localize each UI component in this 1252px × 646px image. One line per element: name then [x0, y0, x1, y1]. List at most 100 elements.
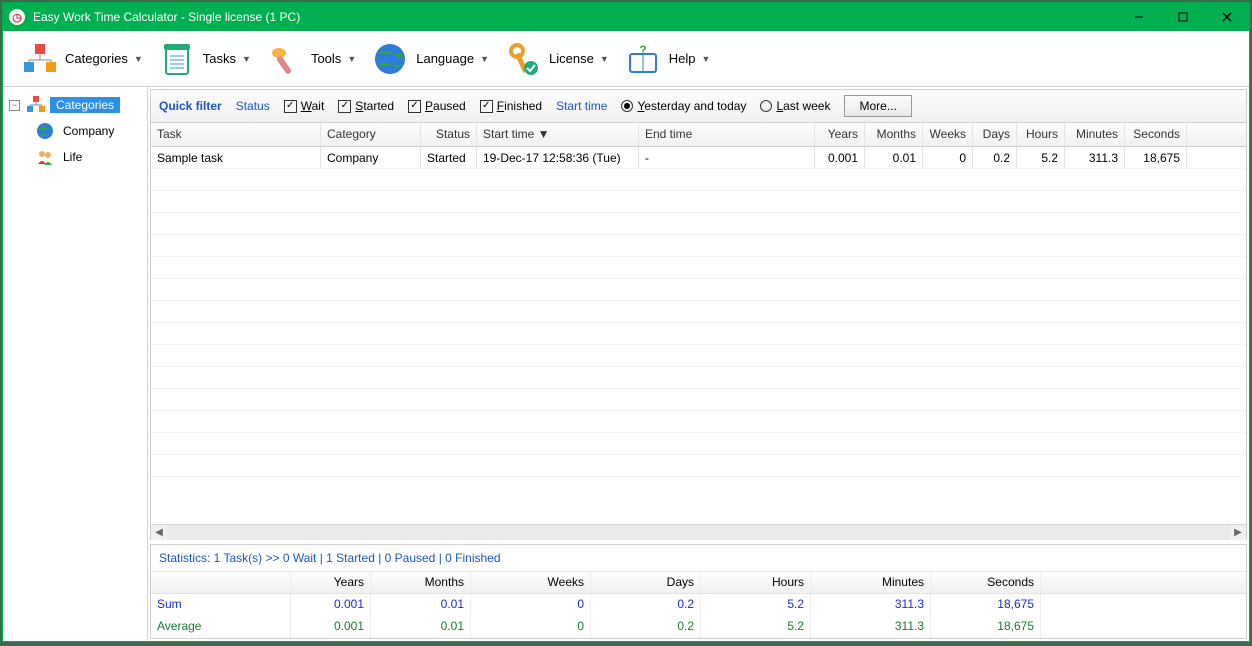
- checkbox-checked-icon: ✓: [480, 100, 493, 113]
- cell-start: 19-Dec-17 12:58:36 (Tue): [477, 147, 639, 168]
- filter-started-label: Started: [355, 99, 394, 113]
- toolbar-help[interactable]: ? Help ▼: [617, 35, 717, 83]
- statistics-summary: Statistics: 1 Task(s) >> 0 Wait | 1 Star…: [151, 545, 1246, 572]
- tree-expander-icon[interactable]: −: [9, 100, 20, 111]
- cell-seconds: 18,675: [1125, 147, 1187, 168]
- table-row: [151, 389, 1246, 411]
- toolbar-categories[interactable]: Categories ▼: [13, 35, 149, 83]
- col-start-time[interactable]: Start time ▼: [477, 123, 639, 146]
- cell-years: 0.001: [815, 147, 865, 168]
- col-minutes[interactable]: Minutes: [1065, 123, 1125, 146]
- categories-icon: [19, 39, 59, 79]
- minimize-button[interactable]: [1117, 3, 1161, 31]
- cell-task: Sample task: [151, 147, 321, 168]
- maximize-button[interactable]: [1161, 3, 1205, 31]
- filter-started-checkbox[interactable]: ✓ Started: [338, 99, 394, 113]
- radio-unselected-icon: [760, 100, 772, 112]
- toolbar-tasks[interactable]: Tasks ▼: [151, 35, 257, 83]
- filter-last-week-radio[interactable]: Last week: [760, 99, 830, 113]
- cell-weeks: 0: [923, 147, 973, 168]
- scroll-right-icon[interactable]: ▶: [1230, 525, 1246, 541]
- more-button-label: More...: [859, 99, 896, 113]
- tree-root-categories[interactable]: − Categories: [5, 93, 145, 117]
- horizontal-scrollbar[interactable]: ◀ ▶: [151, 524, 1246, 540]
- stats-col-weeks: Weeks: [471, 572, 591, 593]
- chevron-down-icon: ▼: [242, 54, 251, 64]
- stats-col-hours: Hours: [701, 572, 811, 593]
- stats-sum-weeks: 0: [471, 594, 591, 616]
- filter-wait-checkbox[interactable]: ✓ Wait: [284, 99, 325, 113]
- stats-avg-years: 0.001: [291, 616, 371, 638]
- table-row: [151, 455, 1246, 477]
- col-task[interactable]: Task: [151, 123, 321, 146]
- table-row: [151, 235, 1246, 257]
- statistics-table: Years Months Weeks Days Hours Minutes Se…: [151, 572, 1246, 638]
- toolbar-tools-label: Tools: [311, 51, 341, 66]
- stats-sum-years: 0.001: [291, 594, 371, 616]
- stats-col-seconds: Seconds: [931, 572, 1041, 593]
- chevron-down-icon: ▼: [701, 54, 710, 64]
- col-weeks[interactable]: Weeks: [923, 123, 973, 146]
- status-filter-label[interactable]: Status: [236, 99, 270, 113]
- stats-col-minutes: Minutes: [811, 572, 931, 593]
- col-status[interactable]: Status: [421, 123, 477, 146]
- maximize-icon: [1178, 12, 1188, 22]
- table-row: [151, 323, 1246, 345]
- checkbox-checked-icon: ✓: [338, 100, 351, 113]
- stats-avg-row: Average 0.001 0.01 0 0.2 5.2 311.3 18,67…: [151, 616, 1246, 638]
- tree-item-label: Life: [59, 149, 86, 165]
- stats-col-months: Months: [371, 572, 471, 593]
- filter-bar: Quick filter Status ✓ Wait ✓ Started ✓ P…: [150, 89, 1247, 123]
- stats-sum-label: Sum: [151, 594, 291, 616]
- content-area: − Categories Company Life: [3, 87, 1249, 641]
- main-toolbar: Categories ▼ Tasks ▼ Tools ▼ Language ▼: [3, 31, 1249, 87]
- help-icon: ?: [623, 39, 663, 79]
- start-time-filter-label[interactable]: Start time: [556, 99, 607, 113]
- cell-days: 0.2: [973, 147, 1017, 168]
- stats-avg-minutes: 311.3: [811, 616, 931, 638]
- filter-paused-checkbox[interactable]: ✓ Paused: [408, 99, 466, 113]
- stats-sum-minutes: 311.3: [811, 594, 931, 616]
- toolbar-license-label: License: [549, 51, 594, 66]
- filter-lw-label: Last week: [776, 99, 830, 113]
- toolbar-license[interactable]: License ▼: [497, 35, 615, 83]
- chevron-down-icon: ▼: [134, 54, 143, 64]
- stats-col-blank: [151, 572, 291, 593]
- more-filter-button[interactable]: More...: [844, 95, 911, 117]
- col-hours[interactable]: Hours: [1017, 123, 1065, 146]
- filter-paused-label: Paused: [425, 99, 466, 113]
- table-row: [151, 191, 1246, 213]
- checkbox-checked-icon: ✓: [408, 100, 421, 113]
- table-row: [151, 257, 1246, 279]
- cell-hours: 5.2: [1017, 147, 1065, 168]
- table-row[interactable]: Sample task Company Started 19-Dec-17 12…: [151, 147, 1246, 169]
- tree-item-company[interactable]: Company: [5, 119, 145, 143]
- scroll-track[interactable]: [167, 525, 1230, 541]
- close-button[interactable]: [1205, 3, 1249, 31]
- col-days[interactable]: Days: [973, 123, 1017, 146]
- col-years[interactable]: Years: [815, 123, 865, 146]
- toolbar-language[interactable]: Language ▼: [364, 35, 495, 83]
- titlebar: ◷ Easy Work Time Calculator - Single lic…: [3, 3, 1249, 31]
- stats-sum-days: 0.2: [591, 594, 701, 616]
- stats-avg-days: 0.2: [591, 616, 701, 638]
- tree-root-label: Categories: [50, 97, 120, 113]
- main-panel: Quick filter Status ✓ Wait ✓ Started ✓ P…: [148, 87, 1249, 641]
- stats-col-days: Days: [591, 572, 701, 593]
- stats-sum-hours: 5.2: [701, 594, 811, 616]
- cell-status: Started: [421, 147, 477, 168]
- tree-item-life[interactable]: Life: [5, 145, 145, 169]
- col-seconds[interactable]: Seconds: [1125, 123, 1187, 146]
- col-months[interactable]: Months: [865, 123, 923, 146]
- stats-sum-seconds: 18,675: [931, 594, 1041, 616]
- table-row: [151, 169, 1246, 191]
- checkbox-checked-icon: ✓: [284, 100, 297, 113]
- toolbar-tools[interactable]: Tools ▼: [259, 35, 362, 83]
- col-end-time[interactable]: End time: [639, 123, 815, 146]
- scroll-left-icon[interactable]: ◀: [151, 525, 167, 541]
- col-category[interactable]: Category: [321, 123, 421, 146]
- table-row: [151, 367, 1246, 389]
- filter-yesterday-today-radio[interactable]: Yesterday and today: [621, 99, 746, 113]
- filter-finished-checkbox[interactable]: ✓ Finished: [480, 99, 542, 113]
- stats-avg-hours: 5.2: [701, 616, 811, 638]
